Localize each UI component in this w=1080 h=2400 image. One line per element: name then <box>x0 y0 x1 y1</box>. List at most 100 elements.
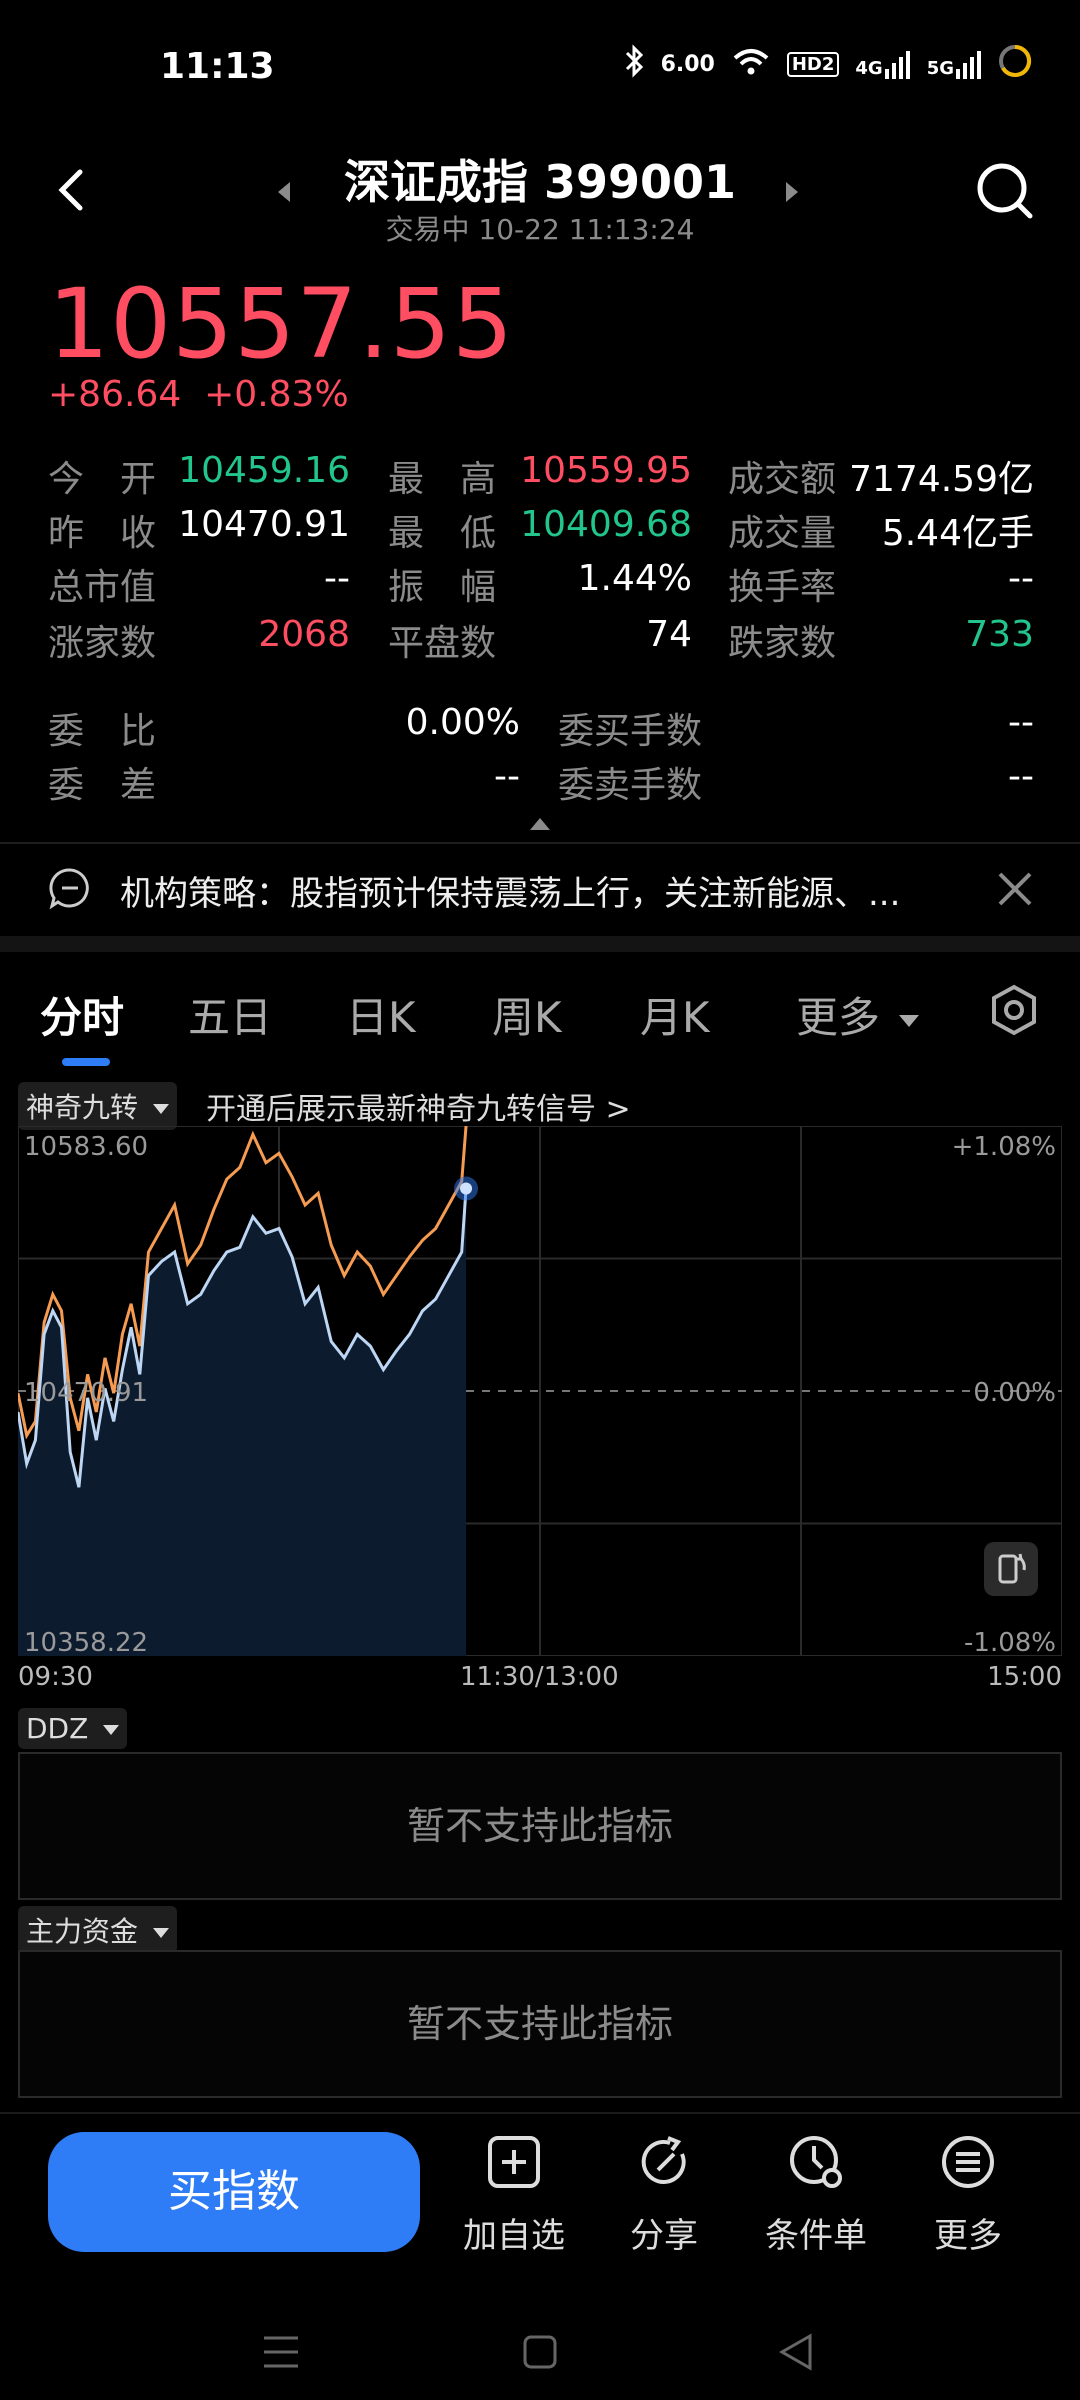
search-icon <box>977 163 1033 219</box>
tab-five-day[interactable]: 五日 <box>188 984 272 1045</box>
stat-label: 涨家数 <box>48 623 157 664</box>
home-icon[interactable] <box>522 2334 558 2370</box>
capital-selector[interactable]: 主力资金 <box>18 1906 177 1954</box>
share-icon[interactable] <box>634 2132 694 2192</box>
ddz-panel: 暂不支持此指标 <box>18 1752 1062 1900</box>
stat-value: 10559.95 <box>520 450 692 491</box>
ddz-selector[interactable]: DDZ <box>18 1708 128 1749</box>
signal-4g: 4G <box>855 50 910 79</box>
stat-label: 今 开 <box>48 459 157 500</box>
stat-value: 1.44% <box>577 558 692 599</box>
order-value: -- <box>1008 702 1034 743</box>
rotate-icon <box>998 1553 1026 1584</box>
stat-label: 跌家数 <box>728 623 837 664</box>
ddz-message: 暂不支持此指标 <box>406 1804 673 1848</box>
order-value: -- <box>494 756 520 797</box>
intraday-chart[interactable] <box>16 1125 1063 1657</box>
tab-daily-k[interactable]: 日K <box>346 984 416 1045</box>
stat-value: 733 <box>965 614 1034 655</box>
caret-down-icon <box>152 1104 169 1114</box>
pct-mid-label: 0.00% <box>973 1378 1056 1408</box>
tab-more[interactable]: 更多 <box>796 984 920 1045</box>
stat-label: 昨 收 <box>48 513 157 554</box>
stat-label: 平盘数 <box>388 623 497 664</box>
stat-value: 10409.68 <box>520 504 692 545</box>
search-button[interactable] <box>974 160 1036 222</box>
add-watchlist-icon[interactable] <box>484 2132 544 2192</box>
caret-down-icon <box>152 1928 169 1938</box>
intraday-chart-svg <box>16 1125 1063 1657</box>
tab-monthly-k[interactable]: 月K <box>640 984 710 1045</box>
section-divider <box>0 936 1080 952</box>
stat-label: 振 幅 <box>388 567 497 608</box>
more-menu-icon[interactable] <box>938 2132 998 2192</box>
stat-value: 7174.59亿 <box>849 459 1034 500</box>
bottom-divider <box>0 2112 1080 2114</box>
clock: 11:13 <box>160 46 275 87</box>
stat-label: 换手率 <box>728 567 837 608</box>
more-label[interactable]: 更多 <box>908 2208 1028 2257</box>
order-label: 委 比 <box>48 711 157 752</box>
condition-order-label[interactable]: 条件单 <box>756 2208 876 2257</box>
stats-grid: 今 开 10459.16 最 高 10559.95 成交额 7174.59亿昨 收 1047… <box>0 450 1080 670</box>
stat-label: 成交额 <box>728 459 837 500</box>
back-icon[interactable] <box>778 2332 814 2372</box>
chat-icon <box>49 868 89 910</box>
x-axis-mid-label: 11:30/13:00 <box>460 1662 619 1692</box>
hd-badge: HD2 <box>786 52 840 77</box>
order-value: -- <box>1008 756 1034 797</box>
pct-top-label: +1.08% <box>951 1132 1056 1162</box>
news-text[interactable]: 机构策略：股指预计保持震荡上行，关注新能源、... <box>120 866 940 915</box>
stat-label: 成交量 <box>728 513 837 554</box>
stat-label: 最 高 <box>388 459 497 500</box>
current-price: 10557.55 <box>48 268 515 380</box>
share-label[interactable]: 分享 <box>604 2208 724 2257</box>
close-icon <box>998 872 1032 906</box>
x-axis-start-label: 09:30 <box>18 1662 93 1692</box>
y-axis-top-label: 10583.60 <box>24 1132 149 1162</box>
tab-indicator <box>62 1058 110 1066</box>
signal-5g: 5G <box>927 50 982 79</box>
stat-value: 2068 <box>258 614 350 655</box>
caret-down-icon <box>899 1014 920 1027</box>
stat-value: 5.44亿手 <box>881 513 1034 554</box>
capital-message: 暂不支持此指标 <box>406 2002 673 2046</box>
y-axis-mid-label: 10470.91 <box>24 1378 149 1408</box>
collapse-arrow-icon[interactable] <box>530 818 550 830</box>
order-label: 委 差 <box>48 765 157 806</box>
chart-settings-button[interactable] <box>988 984 1040 1036</box>
tab-intraday[interactable]: 分时 <box>40 984 124 1045</box>
order-label: 委买手数 <box>558 711 703 752</box>
stat-value: -- <box>324 558 350 599</box>
settings-hexagon-icon <box>992 984 1036 1036</box>
stat-value: 10470.91 <box>178 504 350 545</box>
wifi-icon <box>731 46 771 83</box>
caret-down-icon <box>103 1725 120 1735</box>
indicator-hint-link[interactable]: 开通后展示最新神奇九转信号 > <box>206 1084 631 1128</box>
order-value: 0.00% <box>405 702 520 743</box>
stat-label: 最 低 <box>388 513 497 554</box>
tab-weekly-k[interactable]: 周K <box>492 984 562 1045</box>
add-watchlist-label[interactable]: 加自选 <box>454 2208 574 2257</box>
current-point <box>460 1182 473 1195</box>
system-nav-bar <box>0 2290 1080 2400</box>
capital-panel: 暂不支持此指标 <box>18 1950 1062 2098</box>
stat-value: -- <box>1008 558 1034 599</box>
buy-index-button[interactable]: 买指数 <box>48 2132 420 2252</box>
stat-value: 10459.16 <box>178 450 350 491</box>
bluetooth-icon <box>623 44 645 85</box>
rotate-screen-button[interactable] <box>984 1542 1038 1596</box>
condition-order-icon[interactable] <box>786 2132 846 2192</box>
order-label: 委卖手数 <box>558 765 703 806</box>
battery-icon <box>998 44 1032 85</box>
menu-icon[interactable] <box>262 2334 300 2370</box>
close-news-button[interactable] <box>994 868 1036 910</box>
pct-bottom-label: -1.08% <box>964 1628 1056 1658</box>
status-bar: 11:13 6.00 HD2 4G 5G <box>0 0 1080 140</box>
status-icons: 6.00 HD2 4G 5G <box>623 44 1032 85</box>
next-stock-button[interactable] <box>786 182 798 202</box>
stat-value: 74 <box>646 614 692 655</box>
page-title: 深证成指 399001 <box>343 155 737 209</box>
indicator-selector[interactable]: 神奇九转 <box>18 1082 177 1130</box>
y-axis-bottom-label: 10358.22 <box>24 1628 149 1658</box>
